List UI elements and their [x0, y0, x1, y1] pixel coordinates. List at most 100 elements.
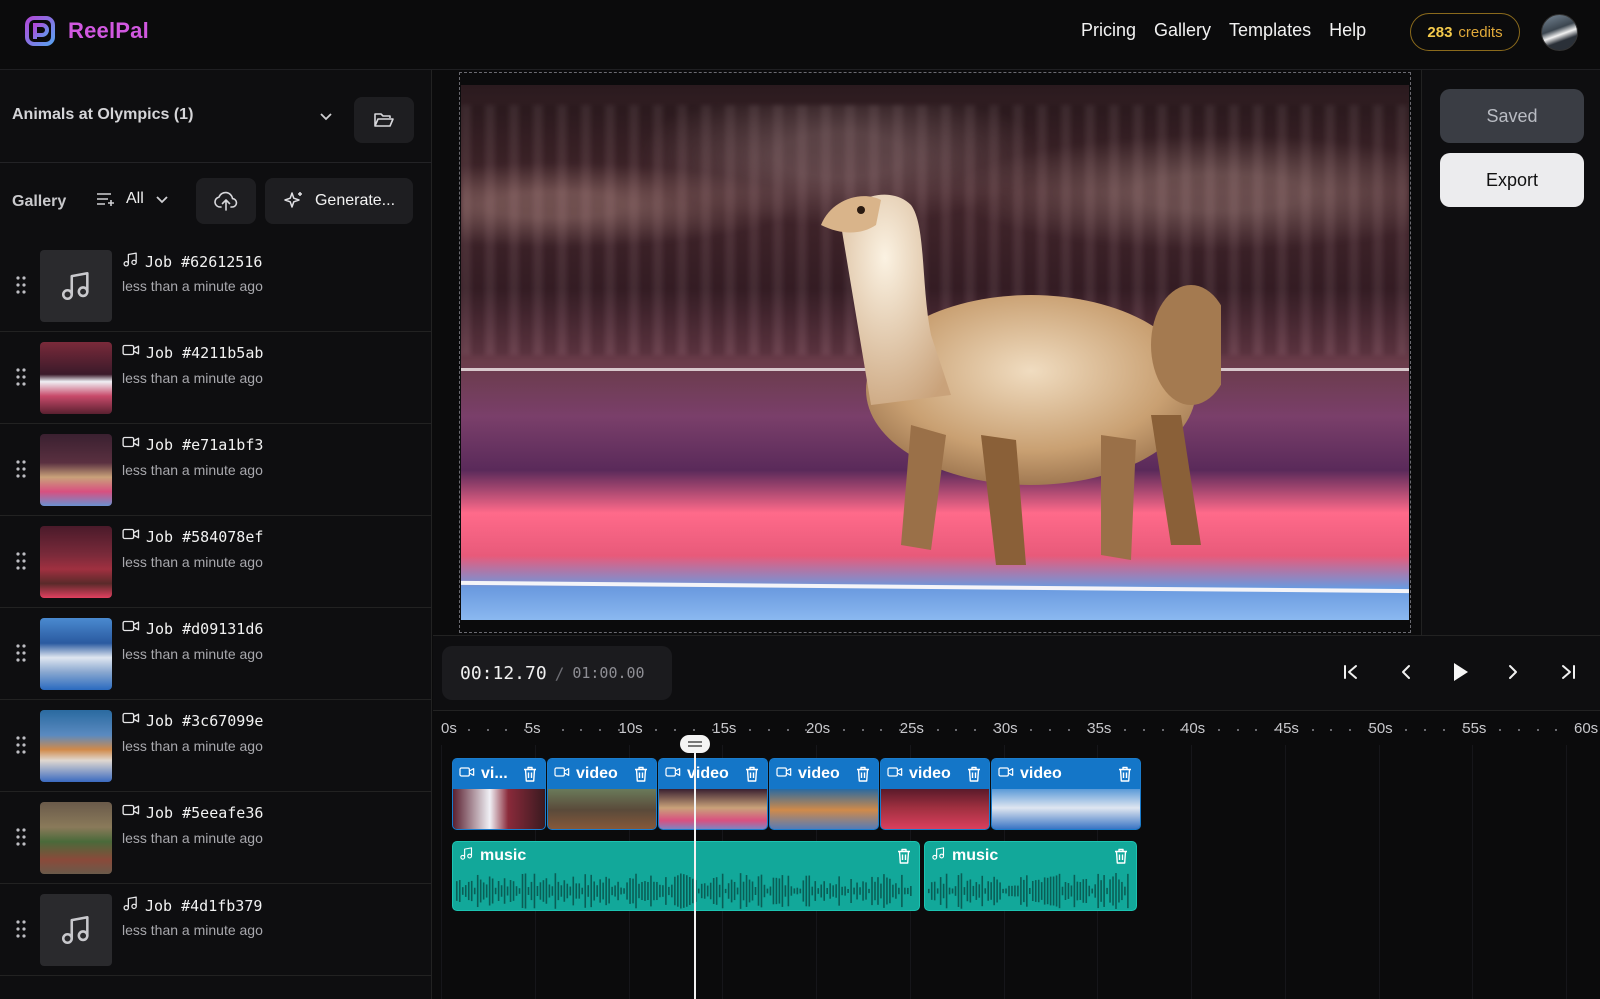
trash-icon[interactable]	[967, 766, 981, 782]
music-clip[interactable]: music	[924, 841, 1137, 911]
drag-handle-icon[interactable]	[16, 644, 26, 662]
list-item[interactable]: Job #4211b5ab less than a minute ago	[0, 332, 432, 424]
skip-start-icon	[1344, 665, 1357, 679]
ruler-tick	[561, 729, 564, 731]
clip-label: music	[952, 847, 999, 864]
ruler-label: 5s	[524, 720, 541, 737]
drag-handle-icon[interactable]	[16, 460, 26, 478]
video-clip[interactable]: vi...	[452, 758, 546, 830]
open-folder-button[interactable]	[354, 97, 414, 143]
clip-frames	[548, 789, 656, 829]
ruler-tick	[1424, 729, 1426, 731]
list-item[interactable]: Job #4d1fb379 less than a minute ago	[0, 884, 432, 976]
ruler-tick	[786, 729, 789, 731]
job-time: less than a minute ago	[122, 278, 263, 294]
clip-label: video	[1020, 765, 1062, 782]
list-item[interactable]: Job #d09131d6 less than a minute ago	[0, 608, 432, 700]
filter-list-icon	[97, 193, 114, 206]
job-id: Job #4211b5ab	[146, 343, 264, 362]
avatar[interactable]	[1541, 14, 1578, 51]
job-time: less than a minute ago	[122, 554, 263, 570]
video-clip[interactable]: video	[880, 758, 990, 830]
clip-header: music	[925, 842, 1136, 870]
drag-handle-icon[interactable]	[16, 276, 26, 294]
video-thumbnail	[40, 342, 112, 414]
list-item[interactable]: Job #e71a1bf3 less than a minute ago	[0, 424, 432, 516]
saved-button[interactable]: Saved	[1440, 89, 1584, 143]
ruler-tick	[1517, 729, 1520, 731]
time-separator: /	[554, 663, 565, 683]
generate-button[interactable]: Generate...	[265, 178, 413, 224]
step-forward-button[interactable]	[1501, 660, 1525, 684]
chevron-down-icon[interactable]	[318, 108, 334, 124]
export-button[interactable]: Export	[1440, 153, 1584, 207]
skip-to-end-button[interactable]	[1556, 660, 1580, 684]
gallery-filter-dropdown[interactable]: All	[96, 190, 170, 208]
job-id: Job #62612516	[145, 253, 263, 271]
trash-icon[interactable]	[523, 766, 537, 782]
ruler-tick	[861, 729, 864, 731]
ruler-label: 45s	[1274, 720, 1299, 737]
nav-pricing[interactable]: Pricing	[1081, 20, 1136, 41]
ruler-tick	[1536, 729, 1539, 731]
video-clip[interactable]: video	[658, 758, 768, 830]
play-button[interactable]	[1448, 660, 1472, 684]
ruler-label: 40s	[1181, 720, 1206, 737]
video-preview[interactable]	[461, 85, 1409, 620]
job-title: Job #d09131d6	[122, 619, 263, 638]
ruler-tick	[1236, 729, 1239, 731]
upload-button[interactable]	[196, 178, 256, 224]
logo[interactable]: ReelPal	[24, 15, 149, 47]
trash-icon[interactable]	[897, 848, 911, 864]
playhead-line[interactable]	[694, 738, 696, 999]
trash-icon[interactable]	[856, 766, 870, 782]
ruler-tick	[674, 729, 676, 731]
video-clip[interactable]: video	[547, 758, 657, 830]
playhead-handle[interactable]	[680, 735, 710, 753]
trash-icon[interactable]	[1118, 766, 1132, 782]
preview-frame[interactable]	[459, 72, 1411, 633]
ruler-tick	[1499, 729, 1501, 731]
main-nav: Pricing Gallery Templates Help	[1081, 20, 1366, 41]
video-icon	[122, 343, 140, 362]
ruler-tick	[1067, 729, 1070, 731]
credits-badge[interactable]: 283 credits	[1410, 13, 1520, 51]
list-item[interactable]: Job #584078ef less than a minute ago	[0, 516, 432, 608]
job-title: Job #4d1fb379	[122, 895, 262, 917]
ruler-tick	[1142, 729, 1145, 731]
music-clip[interactable]: music	[452, 841, 920, 911]
filter-value: All	[126, 190, 144, 207]
clip-frames	[992, 789, 1140, 829]
chevron-right-icon	[1509, 665, 1517, 679]
drag-handle-icon[interactable]	[16, 736, 26, 754]
nav-templates[interactable]: Templates	[1229, 20, 1311, 41]
clip-frames	[453, 789, 545, 829]
total-time: 01:00.00	[572, 664, 645, 682]
grid-line	[1378, 745, 1380, 999]
ruler-tick	[1049, 729, 1051, 731]
ruler-tick	[936, 729, 939, 731]
drag-handle-icon[interactable]	[16, 828, 26, 846]
trash-icon[interactable]	[1114, 848, 1128, 864]
drag-handle-icon[interactable]	[16, 368, 26, 386]
ruler-tick	[1124, 729, 1126, 731]
nav-help[interactable]: Help	[1329, 20, 1366, 41]
trash-icon[interactable]	[745, 766, 759, 782]
list-item[interactable]: Job #5eeafe36 less than a minute ago	[0, 792, 432, 884]
skip-to-start-button[interactable]	[1339, 660, 1363, 684]
list-item[interactable]: Job #62612516 less than a minute ago	[0, 240, 432, 332]
video-clip[interactable]: video	[991, 758, 1141, 830]
video-icon	[122, 711, 140, 730]
job-id: Job #e71a1bf3	[146, 435, 264, 454]
drag-handle-icon[interactable]	[16, 920, 26, 938]
music-icon	[122, 251, 139, 273]
step-back-button[interactable]	[1394, 660, 1418, 684]
clip-header: music	[453, 842, 919, 870]
list-item[interactable]: Job #3c67099e less than a minute ago	[0, 700, 432, 792]
video-clip[interactable]: video	[769, 758, 879, 830]
trash-icon[interactable]	[634, 766, 648, 782]
project-title[interactable]: Animals at Olympics (1)	[12, 106, 193, 124]
drag-handle-icon[interactable]	[16, 552, 26, 570]
ruler-tick	[599, 729, 601, 731]
nav-gallery[interactable]: Gallery	[1154, 20, 1211, 41]
